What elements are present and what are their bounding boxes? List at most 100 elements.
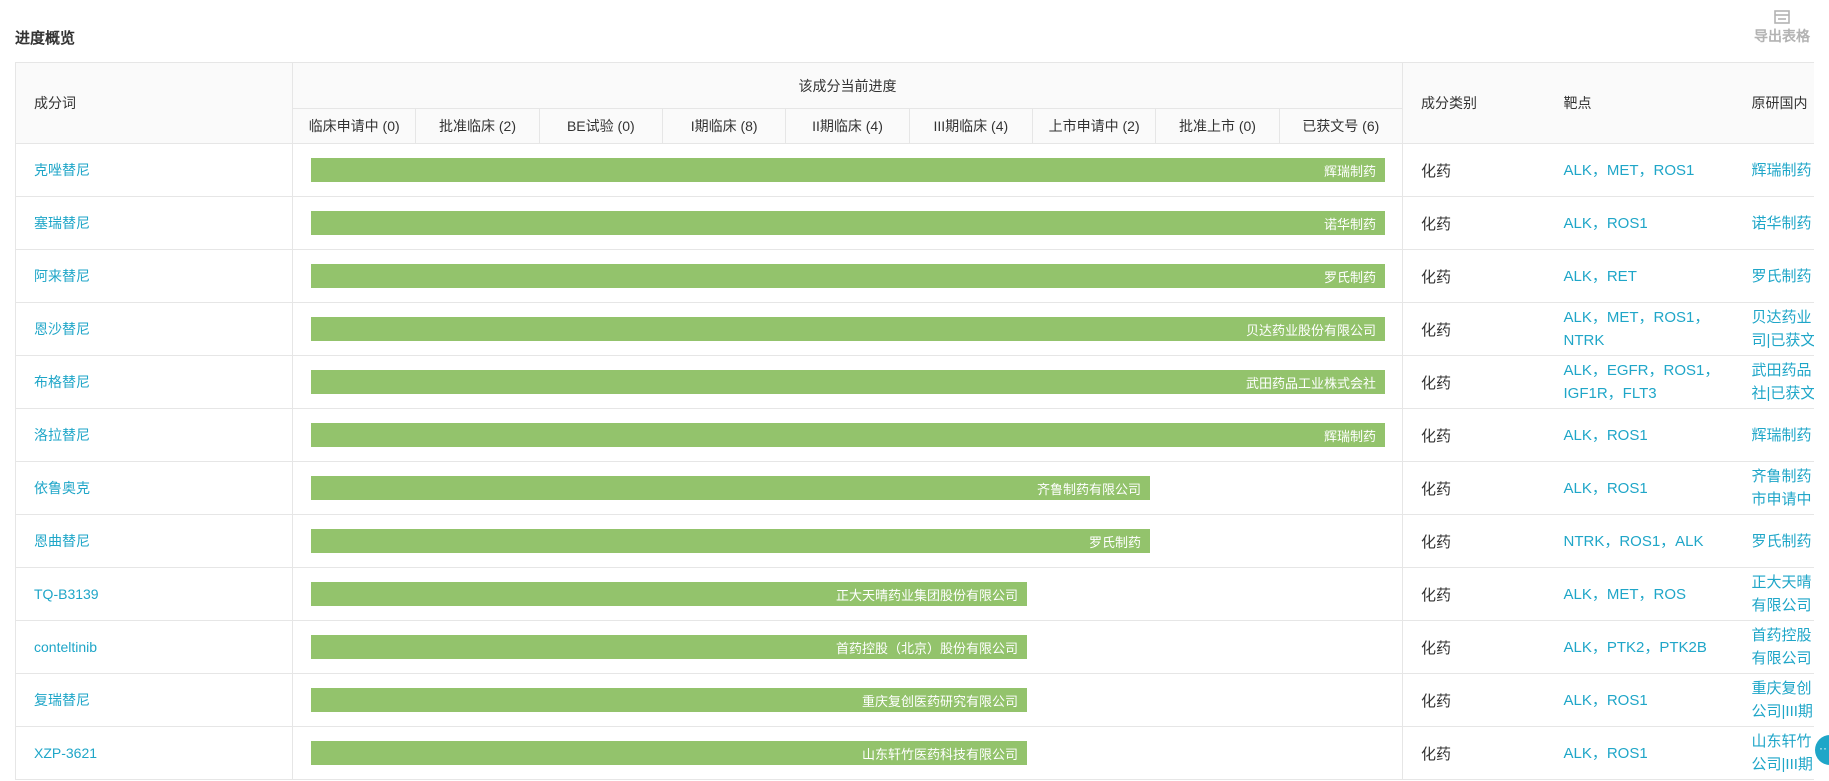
- progress-bar[interactable]: 首药控股（北京）股份有限公司: [311, 635, 1027, 659]
- stage-header-5[interactable]: III期临床 (4): [910, 109, 1033, 143]
- progress-bar[interactable]: 罗氏制药: [311, 264, 1385, 288]
- component-link[interactable]: conteltinib: [15, 620, 293, 674]
- progress-bar[interactable]: 重庆复创医药研究有限公司: [311, 688, 1027, 712]
- export-table-button[interactable]: 导出表格: [1750, 10, 1814, 46]
- stage-header-1[interactable]: 批准临床 (2): [416, 109, 540, 143]
- target-links[interactable]: ALK，ROS1: [1545, 461, 1734, 515]
- progress-cell: 辉瑞制药: [292, 408, 1403, 462]
- component-link[interactable]: 克唑替尼: [15, 143, 293, 197]
- component-link[interactable]: 塞瑞替尼: [15, 196, 293, 250]
- component-link[interactable]: 布格替尼: [15, 355, 293, 409]
- stage-header-0[interactable]: 临床申请中 (0): [293, 109, 417, 143]
- target-links[interactable]: ALK，MET，ROS1，NTRK: [1545, 302, 1734, 356]
- stage-header-8[interactable]: 已获文号 (6): [1280, 109, 1402, 143]
- progress-cell: 正大天晴药业集团股份有限公司: [292, 567, 1403, 621]
- progress-table: 成分词 该成分当前进度 成分类别 靶点 原研国内 临床申请中 (0) 批准临床 (…: [15, 62, 1814, 780]
- origin-link[interactable]: 辉瑞制药: [1733, 143, 1814, 197]
- component-link[interactable]: 依鲁奥克: [15, 461, 293, 515]
- header-target: 靶点: [1545, 62, 1734, 144]
- progress-bar[interactable]: 罗氏制药: [311, 529, 1150, 553]
- component-type: 化药: [1402, 514, 1546, 568]
- component-type: 化药: [1402, 673, 1546, 727]
- target-links[interactable]: ALK，PTK2，PTK2B: [1545, 620, 1734, 674]
- component-type: 化药: [1402, 143, 1546, 197]
- header-origin: 原研国内: [1733, 62, 1814, 144]
- progress-bar[interactable]: 贝达药业股份有限公司: [311, 317, 1385, 341]
- table-row: 复瑞替尼 重庆复创医药研究有限公司 化药 ALK，ROS1 重庆复创 公司|III期: [15, 673, 1814, 727]
- progress-cell: 辉瑞制药: [292, 143, 1403, 197]
- target-links[interactable]: ALK，EGFR，ROS1，IGF1R，FLT3: [1545, 355, 1734, 409]
- component-link[interactable]: 恩沙替尼: [15, 302, 293, 356]
- progress-cell: 贝达药业股份有限公司: [292, 302, 1403, 356]
- header-component: 成分词: [15, 62, 293, 144]
- progress-cell: 首药控股（北京）股份有限公司: [292, 620, 1403, 674]
- progress-bar[interactable]: 诺华制药: [311, 211, 1385, 235]
- origin-link[interactable]: 辉瑞制药: [1733, 408, 1814, 462]
- origin-link[interactable]: 山东轩竹 公司|III期: [1733, 726, 1814, 780]
- target-links[interactable]: ALK，RET: [1545, 249, 1734, 303]
- progress-table-container[interactable]: 成分词 该成分当前进度 成分类别 靶点 原研国内 临床申请中 (0) 批准临床 (…: [15, 62, 1814, 781]
- component-link[interactable]: TQ-B3139: [15, 567, 293, 621]
- component-type: 化药: [1402, 196, 1546, 250]
- component-type: 化药: [1402, 620, 1546, 674]
- progress-cell: 诺华制药: [292, 196, 1403, 250]
- table-row: XZP-3621 山东轩竹医药科技有限公司 化药 ALK，ROS1 山东轩竹 公司|II…: [15, 726, 1814, 780]
- origin-link[interactable]: 首药控股 有限公司: [1733, 620, 1814, 674]
- progress-bar[interactable]: 齐鲁制药有限公司: [311, 476, 1150, 500]
- table-row: 恩沙替尼 贝达药业股份有限公司 化药 ALK，MET，ROS1，NTRK 贝达药业 司|…: [15, 302, 1814, 356]
- component-type: 化药: [1402, 567, 1546, 621]
- progress-cell: 山东轩竹医药科技有限公司: [292, 726, 1403, 780]
- component-link[interactable]: XZP-3621: [15, 726, 293, 780]
- stage-header-7[interactable]: 批准上市 (0): [1156, 109, 1280, 143]
- stage-header-4[interactable]: II期临床 (4): [786, 109, 910, 143]
- table-row: 塞瑞替尼 诺华制药 化药 ALK，ROS1 诺华制药: [15, 196, 1814, 250]
- component-type: 化药: [1402, 726, 1546, 780]
- component-type: 化药: [1402, 461, 1546, 515]
- progress-bar[interactable]: 辉瑞制药: [311, 158, 1385, 182]
- progress-bar[interactable]: 辉瑞制药: [311, 423, 1385, 447]
- progress-cell: 罗氏制药: [292, 249, 1403, 303]
- progress-cell: 罗氏制药: [292, 514, 1403, 568]
- table-row: 洛拉替尼 辉瑞制药 化药 ALK，ROS1 辉瑞制药: [15, 408, 1814, 462]
- origin-link[interactable]: 重庆复创 公司|III期: [1733, 673, 1814, 727]
- target-links[interactable]: ALK，MET，ROS: [1545, 567, 1734, 621]
- target-links[interactable]: ALK，ROS1: [1545, 408, 1734, 462]
- component-link[interactable]: 洛拉替尼: [15, 408, 293, 462]
- header-progress-group: 该成分当前进度: [292, 62, 1403, 109]
- stage-header-6[interactable]: 上市申请中 (2): [1033, 109, 1157, 143]
- origin-link[interactable]: 齐鲁制药 市申请中: [1733, 461, 1814, 515]
- origin-link[interactable]: 罗氏制药: [1733, 514, 1814, 568]
- origin-link[interactable]: 罗氏制药: [1733, 249, 1814, 303]
- target-links[interactable]: ALK，MET，ROS1: [1545, 143, 1734, 197]
- component-link[interactable]: 恩曲替尼: [15, 514, 293, 568]
- component-link[interactable]: 阿来替尼: [15, 249, 293, 303]
- target-links[interactable]: ALK，ROS1: [1545, 673, 1734, 727]
- component-type: 化药: [1402, 408, 1546, 462]
- page-title: 进度概览: [15, 30, 76, 47]
- component-link[interactable]: 复瑞替尼: [15, 673, 293, 727]
- target-links[interactable]: ALK，ROS1: [1545, 196, 1734, 250]
- header-type: 成分类别: [1402, 62, 1546, 144]
- target-links[interactable]: ALK，ROS1: [1545, 726, 1734, 780]
- progress-cell: 重庆复创医药研究有限公司: [292, 673, 1403, 727]
- origin-link[interactable]: 正大天晴 有限公司: [1733, 567, 1814, 621]
- table-row: 阿来替尼 罗氏制药 化药 ALK，RET 罗氏制药: [15, 249, 1814, 303]
- origin-link[interactable]: 诺华制药: [1733, 196, 1814, 250]
- component-type: 化药: [1402, 355, 1546, 409]
- chat-bubble-icon[interactable]: ··: [1815, 735, 1829, 765]
- origin-link[interactable]: 武田药品 社|已获文: [1733, 355, 1814, 409]
- table-row: 布格替尼 武田药品工业株式会社 化药 ALK，EGFR，ROS1，IGF1R，FLT3…: [15, 355, 1814, 409]
- progress-bar[interactable]: 山东轩竹医药科技有限公司: [311, 741, 1027, 765]
- stage-header-3[interactable]: I期临床 (8): [663, 109, 787, 143]
- table-row: 克唑替尼 辉瑞制药 化药 ALK，MET，ROS1 辉瑞制药: [15, 143, 1814, 197]
- stage-header-2[interactable]: BE试验 (0): [540, 109, 663, 143]
- target-links[interactable]: NTRK，ROS1，ALK: [1545, 514, 1734, 568]
- origin-link[interactable]: 贝达药业 司|已获文: [1733, 302, 1814, 356]
- header-stages: 临床申请中 (0) 批准临床 (2) BE试验 (0) I期临床 (8) II期临床 (…: [292, 108, 1403, 144]
- table-row: TQ-B3139 正大天晴药业集团股份有限公司 化药 ALK，MET，ROS 正大天晴 …: [15, 567, 1814, 621]
- table-row: conteltinib 首药控股（北京）股份有限公司 化药 ALK，PTK2，PTK2…: [15, 620, 1814, 674]
- component-type: 化药: [1402, 249, 1546, 303]
- progress-bar[interactable]: 武田药品工业株式会社: [311, 370, 1385, 394]
- progress-bar[interactable]: 正大天晴药业集团股份有限公司: [311, 582, 1027, 606]
- progress-cell: 齐鲁制药有限公司: [292, 461, 1403, 515]
